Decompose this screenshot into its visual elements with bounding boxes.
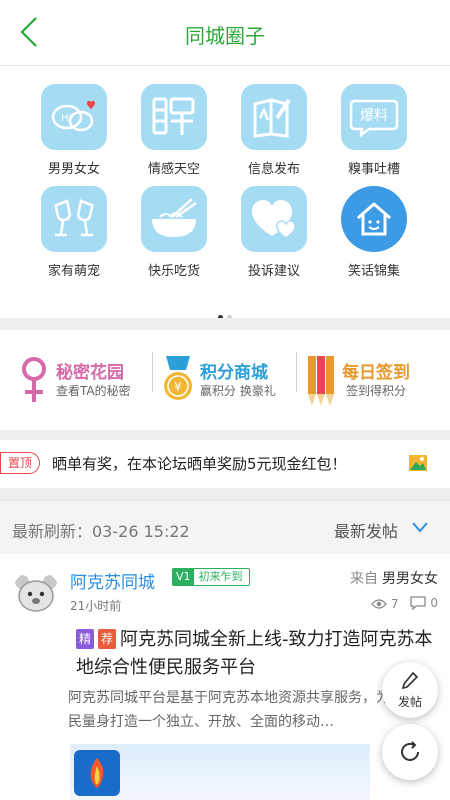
divider	[0, 488, 450, 500]
pinned-badge: 置顶	[0, 452, 40, 474]
category-item-xiaohuajinji[interactable]: 笑话锦集	[324, 186, 424, 279]
category-tile: Hi	[41, 84, 107, 150]
chevron-down-icon[interactable]	[412, 521, 428, 533]
daily-checkin-button[interactable]: 每日签到 签到得积分	[306, 352, 434, 408]
comment-count: 0	[410, 596, 438, 610]
page-title: 同城圈子	[185, 24, 265, 48]
feature-title: 秘密花园	[56, 363, 124, 383]
divider	[152, 352, 153, 392]
category-item-tousujianyi[interactable]: 投诉建议	[224, 186, 324, 279]
category-label: 信息发布	[247, 162, 300, 177]
smiley-house-icon	[357, 202, 391, 236]
image-icon	[409, 455, 427, 471]
comment-count-value: 0	[430, 596, 438, 610]
category-grid: Hi 男男女女 情感天空 信息发布 爆料 糗事吐槽 家有萌宠 快乐吃货 投诉建议…	[0, 66, 450, 320]
post-title-text: 阿克苏同城全新上线-致力打造阿克苏本地综合性便民服务平台	[76, 629, 433, 678]
category-label: 糗事吐槽	[347, 162, 400, 177]
category-tile	[41, 186, 107, 252]
pencils-icon	[308, 356, 334, 406]
category-label: 男男女女	[47, 162, 100, 177]
divider	[0, 318, 450, 330]
category-tile	[341, 186, 407, 252]
category-item-qiushitucao[interactable]: 爆料 糗事吐槽	[324, 84, 424, 177]
create-post-button[interactable]: 发帖	[382, 662, 438, 718]
category-item-nannannvnv[interactable]: Hi 男男女女	[24, 84, 124, 177]
bubble-text: 爆料	[360, 108, 388, 124]
feature-subtitle: 查看TA的秘密	[56, 384, 131, 398]
view-count: 7	[371, 597, 399, 611]
category-tile: 爆料	[341, 84, 407, 150]
notice-text: 晒单有奖，在本论坛晒单奖励5元现金红包！	[52, 455, 347, 473]
author-name[interactable]: 阿克苏同城	[70, 568, 155, 593]
create-post-label: 发帖	[397, 695, 422, 709]
refresh-time: 最新刷新：03-26 15:22	[12, 522, 190, 541]
svg-text:Hi: Hi	[61, 113, 71, 124]
level-badge: V1 初来乍到	[172, 568, 250, 586]
feature-title: 每日签到	[342, 363, 410, 383]
category-label: 投诉建议	[247, 264, 300, 279]
level-code: V1	[173, 569, 194, 585]
feed-header: 最新刷新：03-26 15:22 最新发帖	[0, 500, 450, 554]
eye-icon	[371, 599, 387, 609]
post-thumbnail[interactable]	[70, 744, 370, 800]
flame-logo-icon	[90, 758, 104, 788]
category-tile	[141, 84, 207, 150]
avatar[interactable]	[12, 570, 60, 618]
tag-featured: 精	[76, 629, 94, 649]
post-time: 21小时前	[70, 599, 122, 613]
noodle-bowl-icon	[152, 198, 197, 237]
feature-row: 秘密花园 查看TA的秘密 ¥ 积分商城 赢积分 换豪礼 每日签到 签到得积分	[0, 330, 450, 430]
top-bar: 同城圈子	[0, 0, 450, 66]
category-label: 快乐吃货	[147, 264, 200, 279]
refresh-icon	[401, 741, 419, 761]
feature-subtitle: 签到得积分	[346, 384, 407, 398]
hearts-icon	[252, 200, 296, 239]
pinned-notice[interactable]: 置顶 晒单有奖，在本论坛晒单奖励5元现金红包！	[0, 440, 450, 488]
category-item-kuailechihuo[interactable]: 快乐吃货	[124, 186, 224, 279]
divider	[296, 352, 297, 392]
bubble-text-icon: 爆料	[349, 99, 399, 137]
divider	[0, 430, 450, 440]
points-mall-button[interactable]: ¥ 积分商城 赢积分 换豪礼	[162, 352, 290, 408]
category-item-qinggantiankong[interactable]: 情感天空	[124, 84, 224, 177]
post-source: 来自 男男女女	[350, 568, 438, 588]
category-label: 家有萌宠	[47, 264, 100, 279]
svg-text:¥: ¥	[174, 380, 182, 394]
category-label: 情感天空	[147, 162, 200, 177]
pin-character-icon	[152, 97, 195, 135]
secret-garden-button[interactable]: 秘密花园 查看TA的秘密	[20, 352, 148, 408]
category-tile	[241, 186, 307, 252]
wine-glasses-icon	[54, 199, 94, 237]
view-count-value: 7	[390, 597, 399, 611]
category-item-xinxifabu[interactable]: 信息发布	[224, 84, 324, 177]
category-item-jiayoumengchong[interactable]: 家有萌宠	[24, 186, 124, 279]
feature-title: 积分商城	[200, 363, 268, 383]
refresh-button[interactable]	[382, 724, 438, 780]
bear-avatar-icon	[12, 570, 60, 618]
pen-icon	[401, 671, 419, 690]
category-tile	[241, 84, 307, 150]
book-pen-icon	[253, 98, 291, 138]
female-symbol-icon	[22, 357, 46, 402]
post-stats: 7 0	[363, 596, 438, 613]
category-label: 笑话锦集	[347, 264, 400, 279]
chat-bubbles-heart-icon: Hi	[51, 100, 95, 132]
source-category[interactable]: 男男女女	[382, 571, 438, 587]
feature-subtitle: 赢积分 换豪礼	[200, 384, 276, 398]
app-logo-icon	[74, 750, 120, 796]
comment-icon	[410, 596, 427, 610]
tag-recommended: 荐	[98, 629, 116, 649]
sort-dropdown[interactable]: 最新发帖	[334, 518, 398, 542]
level-title: 初来乍到	[198, 570, 243, 583]
source-prefix: 来自	[350, 571, 378, 587]
category-tile	[141, 186, 207, 252]
post-card[interactable]: 阿克苏同城 V1 初来乍到 来自 男男女女 21小时前 7 0 精荐阿克苏同城全新上…	[0, 554, 450, 800]
medal-icon: ¥	[164, 356, 192, 400]
